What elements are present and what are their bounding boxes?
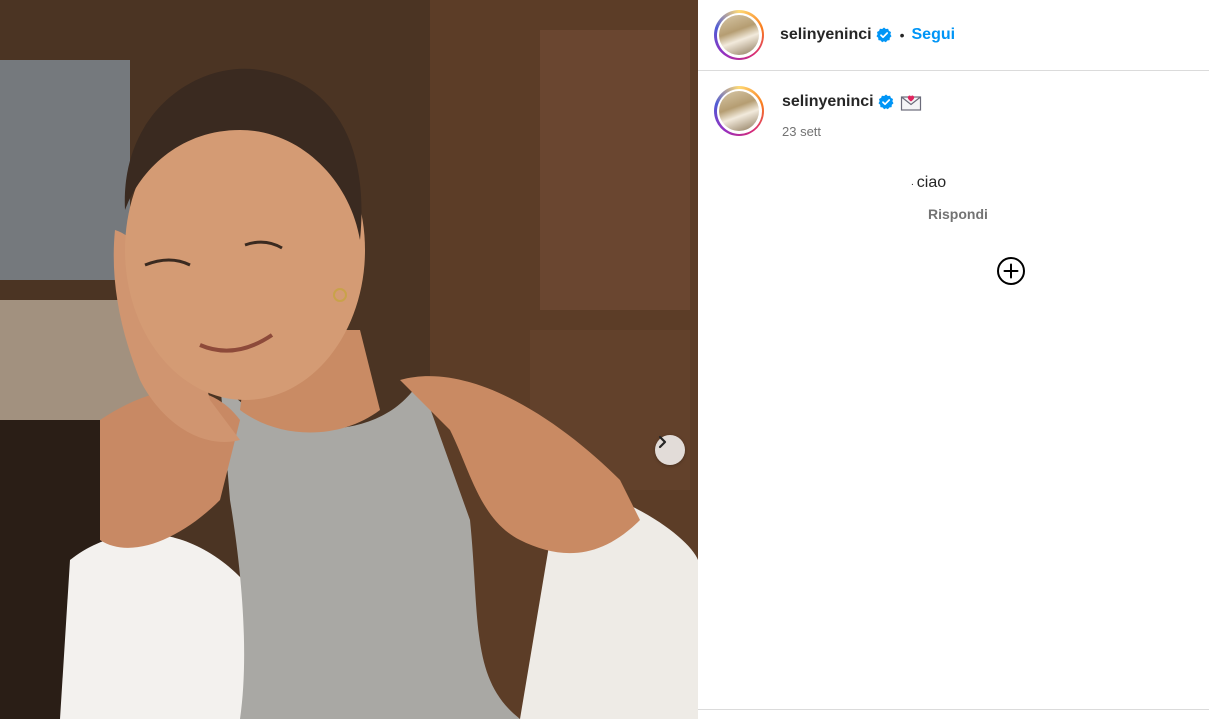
post-details-panel: selinyeninci • Segui selinyeninci 23 set…: [698, 0, 1209, 719]
author-avatar[interactable]: [714, 10, 764, 60]
plus-circle-icon: [997, 257, 1025, 285]
author-username[interactable]: selinyeninci: [780, 26, 872, 44]
reply-button[interactable]: Rispondi: [928, 206, 988, 222]
separator-dot: •: [899, 27, 905, 43]
chevron-right-icon: [658, 435, 667, 449]
next-photo-button[interactable]: [655, 435, 685, 465]
comment-username[interactable]: selinyeninci: [782, 93, 874, 111]
post-photo[interactable]: [0, 0, 698, 719]
comment-author-avatar[interactable]: [714, 86, 764, 136]
verified-badge-icon: [876, 27, 892, 43]
follow-button[interactable]: Segui: [912, 26, 956, 44]
photo-illustration: [0, 0, 698, 719]
post-viewer: selinyeninci • Segui selinyeninci 23 set…: [0, 0, 1209, 719]
footer-divider: [698, 709, 1209, 710]
comment-date[interactable]: 23 sett: [782, 124, 922, 139]
post-header: selinyeninci • Segui: [698, 0, 1209, 71]
caption-text: . ciao: [911, 174, 946, 192]
love-letter-emoji-icon: [900, 92, 922, 112]
caption-comment: selinyeninci 23 sett: [714, 86, 922, 139]
load-more-comments-button[interactable]: [996, 256, 1026, 286]
caption-body: ciao: [916, 174, 947, 191]
caption-mark: .: [911, 177, 914, 188]
verified-badge-icon: [878, 94, 894, 110]
